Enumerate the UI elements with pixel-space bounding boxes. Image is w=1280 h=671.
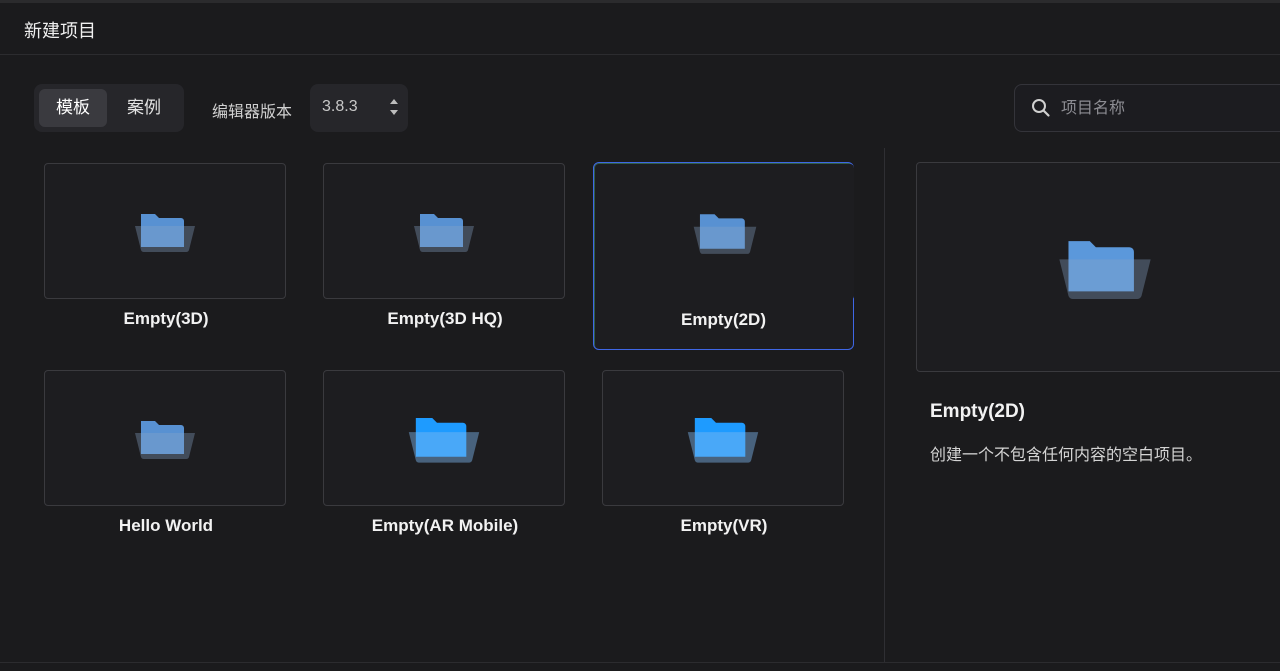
panel-divider: [884, 148, 885, 663]
search-box: [1014, 84, 1280, 132]
template-label: Empty(3D): [123, 309, 209, 328]
template-thumbnail: [44, 370, 286, 506]
preview-thumbnail: [916, 162, 1280, 372]
folder-icon: [693, 214, 756, 254]
editor-version-select[interactable]: 3.8.3: [310, 84, 408, 132]
template-card-empty-2d[interactable]: Empty(2D): [593, 162, 854, 350]
template-thumbnail: [323, 370, 565, 506]
folder-icon: [408, 418, 480, 463]
preview-title: Empty(2D): [930, 401, 1026, 422]
editor-version-value: 3.8.3: [322, 98, 358, 115]
title-bar: 新建项目: [0, 3, 1280, 55]
template-thumbnail: [595, 164, 854, 300]
template-label: Empty(3D HQ): [387, 309, 503, 328]
template-card-empty-3d-hq[interactable]: Empty(3D HQ): [323, 163, 567, 351]
bottom-border: [0, 662, 1280, 663]
template-thumbnail: [44, 163, 286, 299]
template-card-empty-3d[interactable]: Empty(3D): [44, 163, 288, 351]
folder-icon: [135, 214, 195, 253]
folder-icon: [414, 214, 474, 253]
template-thumbnail: [323, 163, 565, 299]
window-title: 新建项目: [24, 21, 96, 41]
template-label: Empty(AR Mobile): [371, 516, 519, 535]
folder-icon: [135, 421, 195, 460]
mode-tabs: 模板 案例: [34, 84, 184, 132]
editor-version-label: 编辑器版本: [212, 104, 293, 121]
select-arrows-icon: [390, 97, 400, 119]
search-input[interactable]: [1059, 95, 1280, 123]
template-card-empty-ar-mobile[interactable]: Empty(AR Mobile): [323, 370, 567, 558]
template-card-empty-vr[interactable]: Empty(VR): [602, 370, 846, 558]
template-label: Empty(VR): [680, 516, 768, 535]
tab-templates[interactable]: 模板: [39, 89, 107, 127]
search-icon: [1032, 99, 1050, 117]
template-thumbnail: [602, 370, 844, 506]
template-label: Empty(2D): [680, 310, 766, 329]
template-card-hello-world[interactable]: Hello World: [44, 370, 288, 558]
preview-description: 创建一个不包含任何内容的空白项目。: [930, 447, 1203, 464]
template-label: Hello World: [118, 516, 214, 535]
tab-examples[interactable]: 案例: [110, 89, 178, 127]
folder-icon: [687, 418, 759, 463]
folder-icon: [1059, 241, 1151, 299]
